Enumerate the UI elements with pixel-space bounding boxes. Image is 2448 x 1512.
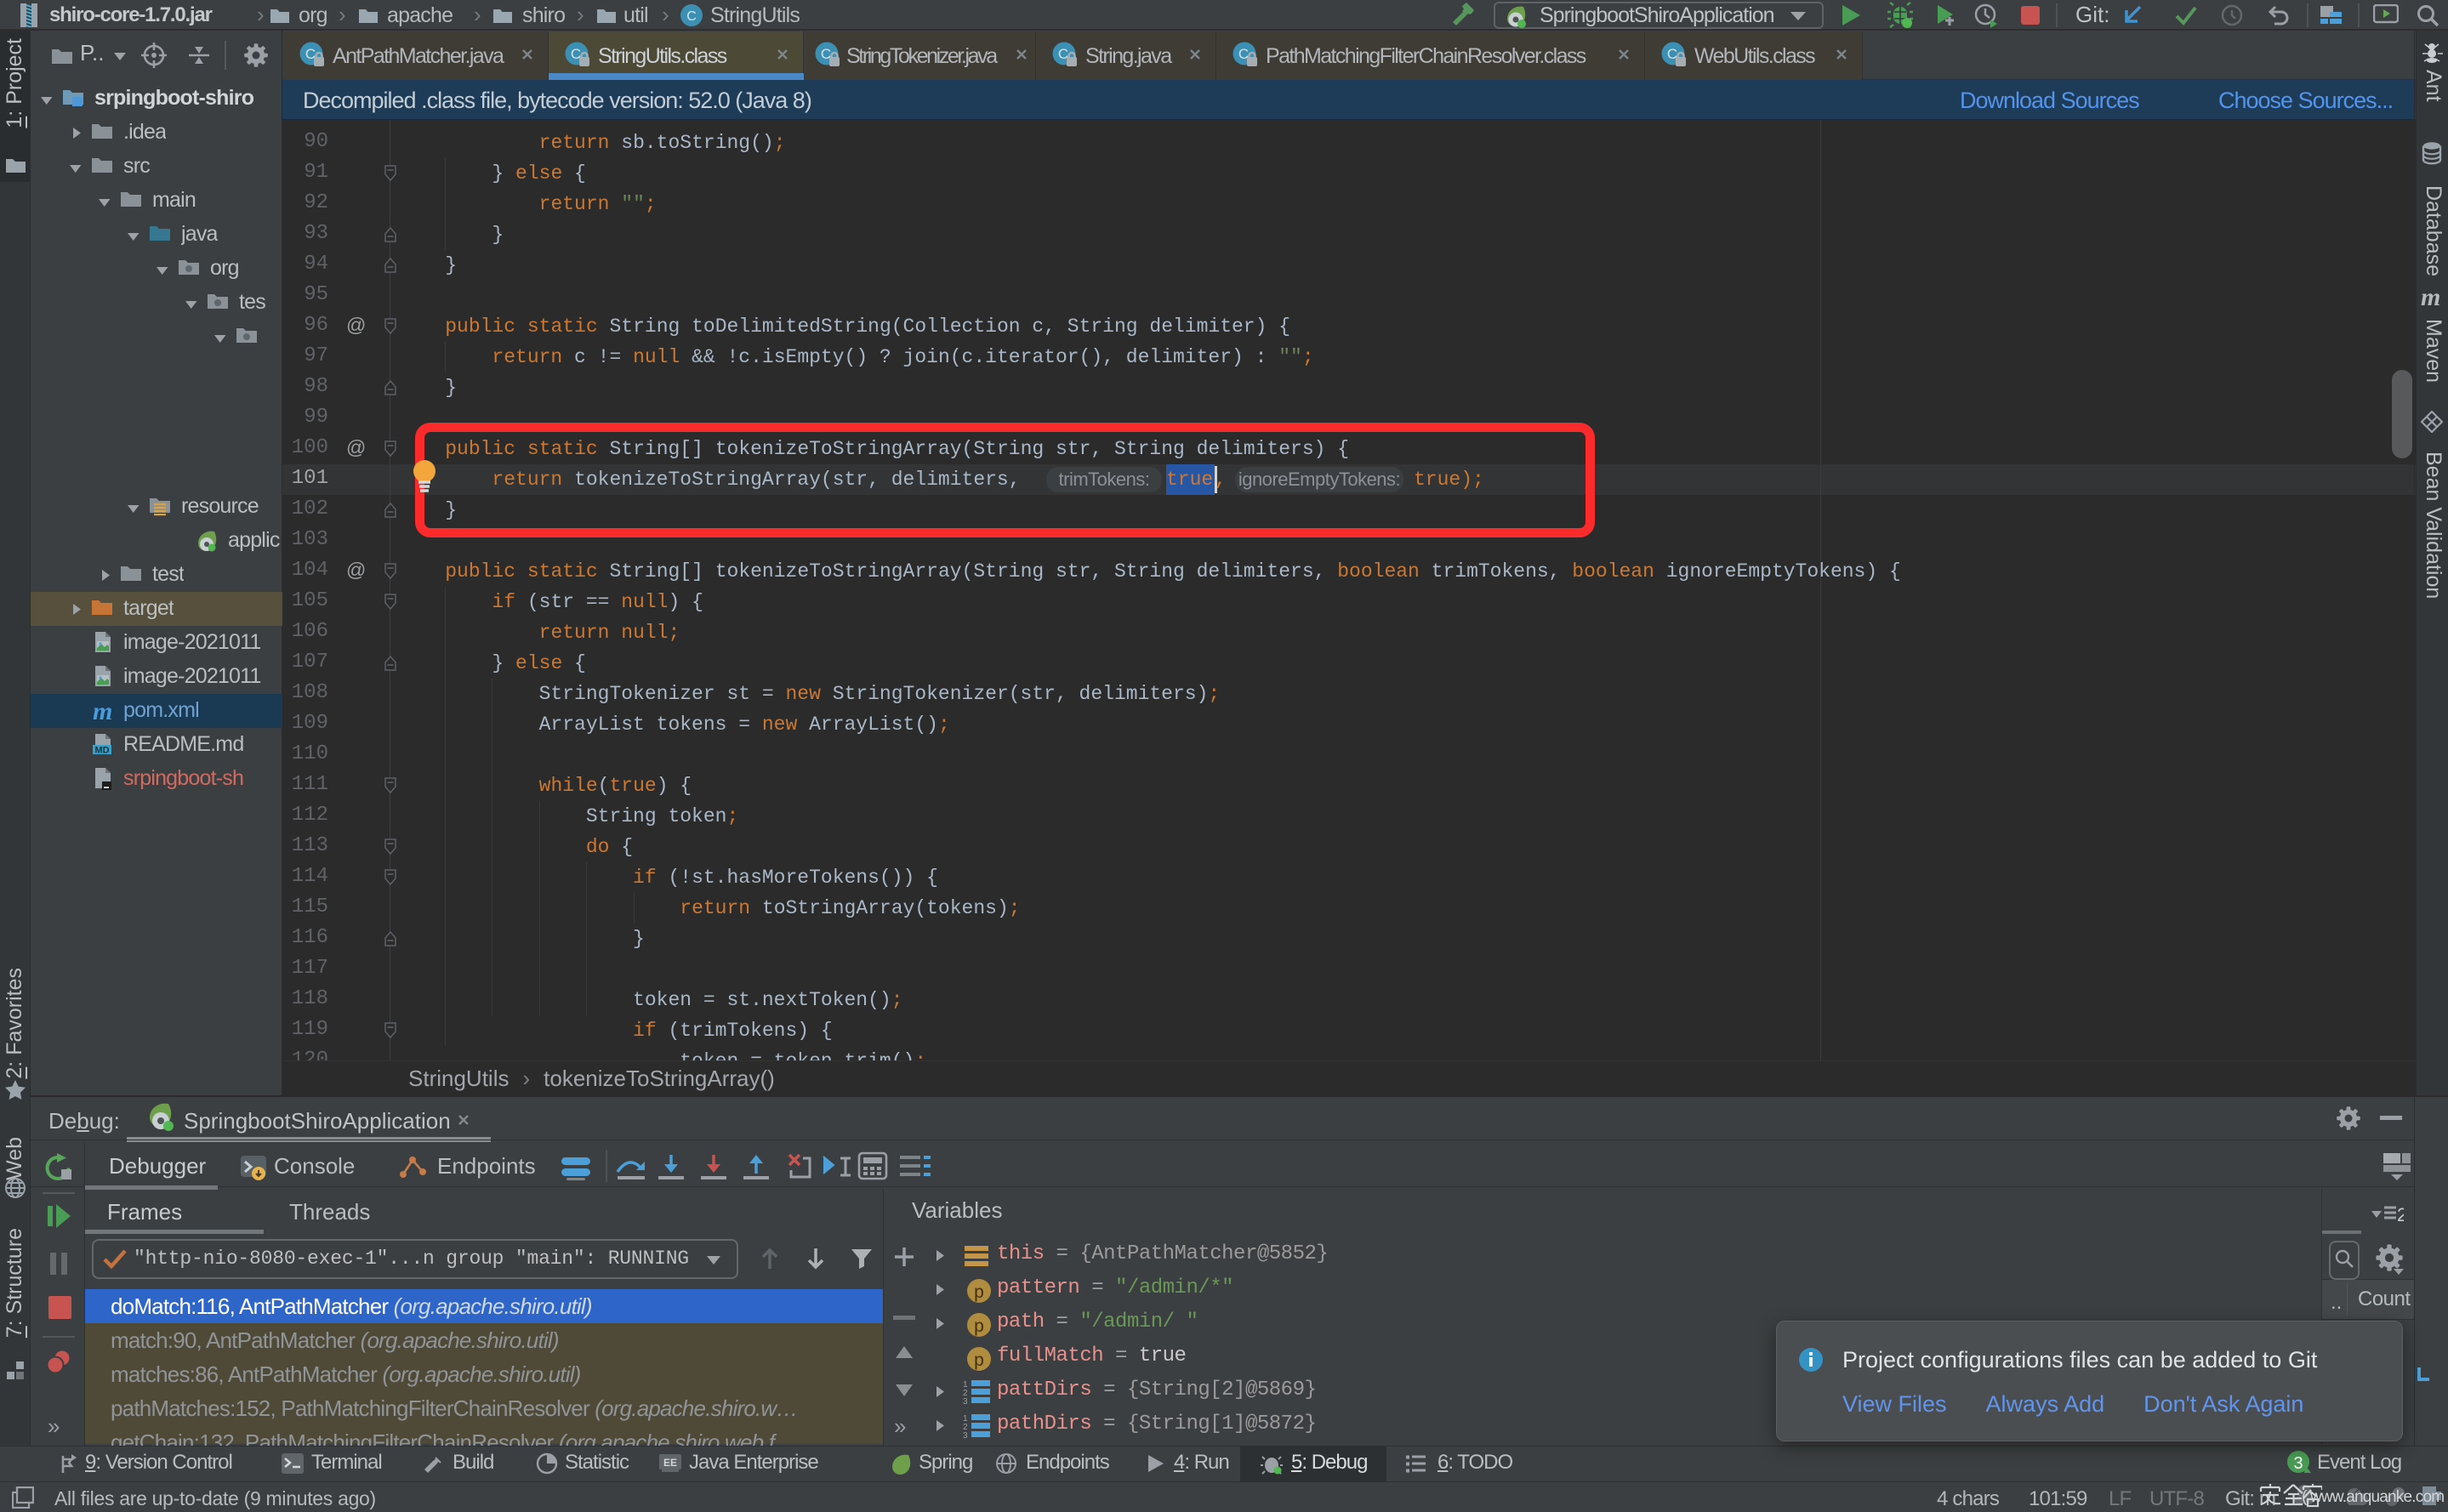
svg-text:p: p [974, 1316, 984, 1336]
svg-text:3: 3 [963, 1431, 968, 1439]
svg-text:3: 3 [963, 1397, 968, 1405]
svg-text:3: 3 [2293, 1454, 2303, 1473]
svg-text:2: 2 [2397, 1204, 2404, 1223]
svg-text:MD: MD [94, 746, 109, 756]
svg-text:p: p [974, 1350, 984, 1370]
svg-text:C: C [686, 9, 697, 24]
svg-text:m: m [93, 699, 112, 722]
svg-text:EE: EE [663, 1457, 677, 1469]
svg-text:p: p [974, 1282, 984, 1302]
